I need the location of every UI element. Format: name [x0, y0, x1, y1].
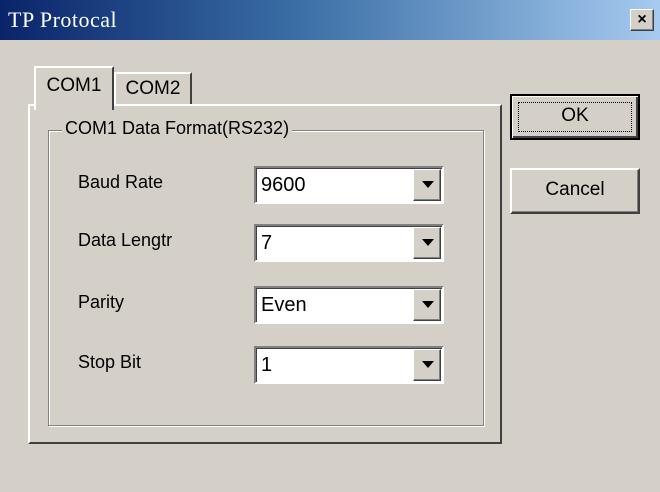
window-title: TP Protocal	[8, 7, 118, 32]
data-length-value: 7	[261, 232, 273, 254]
baud-rate-label: Baud Rate	[78, 172, 164, 192]
stop-bit-value: 1	[261, 354, 273, 376]
stop-bit-label: Stop Bit	[78, 352, 142, 372]
baud-rate-select[interactable]: 9600	[254, 166, 444, 204]
data-length-label: Data Lengtr	[78, 230, 173, 250]
baud-rate-value: 9600	[261, 174, 306, 196]
parity-label: Parity	[78, 292, 125, 312]
parity-value: Even	[261, 294, 307, 316]
tab-com2-label: COM2	[125, 78, 181, 99]
baud-rate-dropdown-arrow-icon[interactable]	[413, 169, 441, 201]
tab-com1[interactable]: COM1	[34, 66, 114, 110]
close-button[interactable]: ×	[630, 9, 654, 31]
tab-com2[interactable]: COM2	[114, 72, 192, 106]
ok-button[interactable]: OK	[510, 94, 640, 140]
groupbox-label: COM1 Data Format(RS232)	[62, 118, 293, 139]
stop-bit-select[interactable]: 1	[254, 346, 444, 384]
stop-bit-dropdown-arrow-icon[interactable]	[413, 349, 441, 381]
data-length-dropdown-arrow-icon[interactable]	[413, 227, 441, 259]
close-icon: ×	[637, 11, 647, 28]
title-bar[interactable]: TP Protocal ×	[0, 0, 660, 40]
tp-protocal-dialog: TP Protocal × COM1 COM2 COM1 Data Format…	[0, 0, 660, 492]
data-length-select[interactable]: 7	[254, 224, 444, 262]
ok-focus-rect	[518, 102, 632, 132]
cancel-button-label: Cancel	[545, 179, 605, 200]
tab-com1-label: COM1	[46, 75, 102, 96]
parity-select[interactable]: Even	[254, 286, 444, 324]
cancel-button[interactable]: Cancel	[510, 168, 640, 214]
parity-dropdown-arrow-icon[interactable]	[413, 289, 441, 321]
